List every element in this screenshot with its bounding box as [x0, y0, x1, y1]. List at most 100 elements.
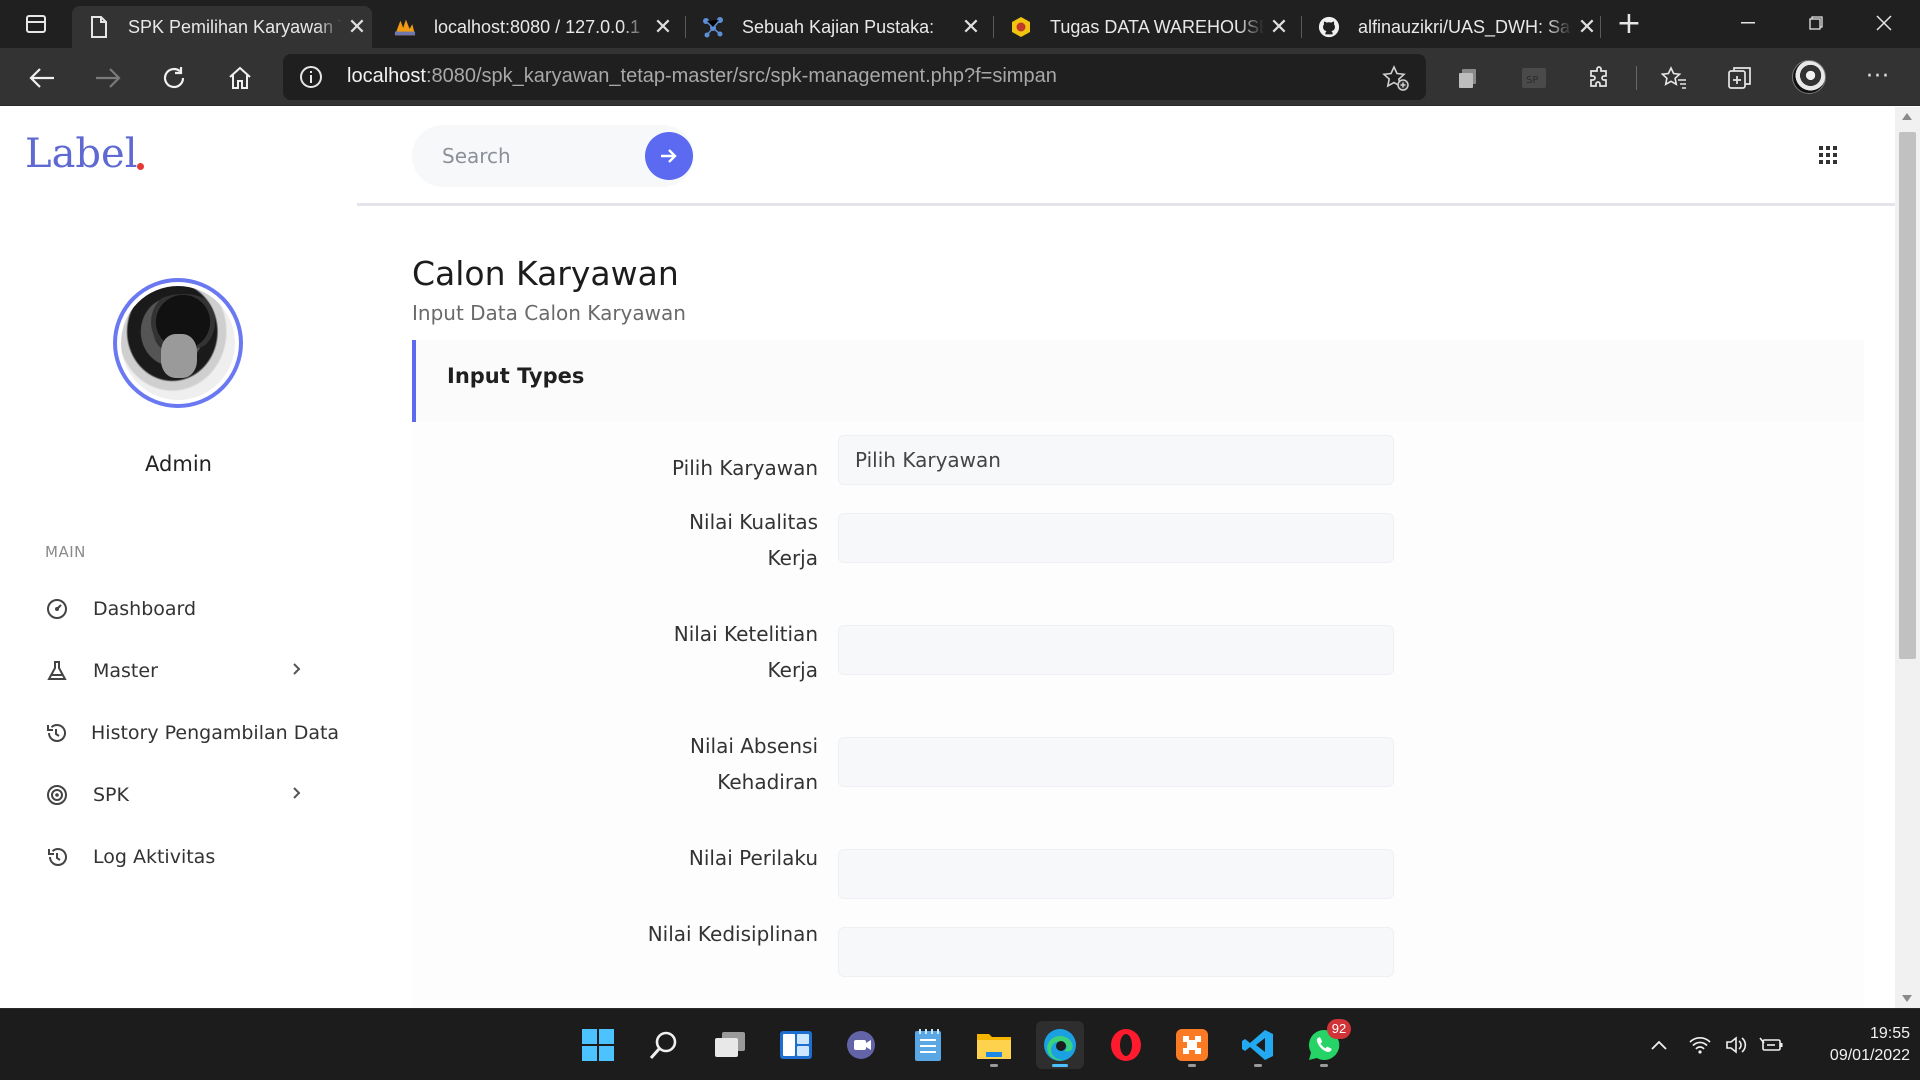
page-subtitle: Input Data Calon Karyawan: [412, 301, 686, 325]
scroll-down-arrow[interactable]: [1902, 995, 1912, 1002]
windows-taskbar: 92 19:55 09/01/2022: [0, 1008, 1920, 1080]
input-nilai-perilaku[interactable]: [838, 849, 1394, 899]
chevron-right-icon: [291, 659, 311, 683]
sidebar-item-spk[interactable]: SPK: [45, 775, 335, 815]
home-button[interactable]: [220, 58, 260, 98]
edge-icon[interactable]: [1036, 1021, 1084, 1069]
flask-icon: [45, 659, 69, 683]
profile-avatar[interactable]: [1792, 60, 1826, 94]
label-line: Kerja: [767, 658, 818, 682]
top-navbar: [357, 107, 1895, 206]
input-nilai-absensi-kehadiran[interactable]: [838, 737, 1394, 787]
select-karyawan[interactable]: Pilih Karyawan: [838, 435, 1394, 485]
url-host: localhost: [347, 65, 426, 87]
scroll-up-arrow[interactable]: [1902, 113, 1912, 120]
add-favorite-icon[interactable]: [1382, 64, 1410, 92]
target-icon: [45, 783, 69, 807]
tab-tugas-data-warehouse[interactable]: Tugas DATA WAREHOUSE ✕: [994, 6, 1294, 48]
history-icon: [45, 721, 67, 745]
whatsapp-icon[interactable]: 92: [1300, 1019, 1351, 1069]
sidebar-item-history[interactable]: History Pengambilan Data: [45, 713, 339, 753]
brand-dot: [137, 163, 144, 170]
wifi-icon[interactable]: [1684, 1009, 1716, 1080]
widgets-icon[interactable]: [772, 1021, 820, 1069]
search-input[interactable]: [442, 139, 622, 173]
close-window-button[interactable]: [1856, 0, 1912, 46]
input-nilai-kedisiplinan[interactable]: [838, 927, 1394, 977]
url-path: :8080/spk_karyawan_tetap-master/src/spk-…: [425, 65, 1057, 87]
sidebar: Label Admin MAIN Dashboard Master Histor…: [0, 107, 357, 1008]
task-view-icon[interactable]: [706, 1021, 754, 1069]
card-header: Input Types: [412, 340, 1864, 422]
extension-sp-icon[interactable]: SP: [1518, 62, 1550, 94]
page-scrollbar[interactable]: [1895, 107, 1920, 1008]
opera-icon[interactable]: [1102, 1021, 1150, 1069]
favorites-icon[interactable]: [1658, 62, 1690, 94]
tab-phpmyadmin[interactable]: localhost:8080 / 127.0.0.1 ✕: [378, 6, 678, 48]
label-nilai-ketelitian-kerja: Nilai Ketelitian Kerja: [518, 616, 818, 688]
more-options-icon[interactable]: ···: [1862, 62, 1894, 94]
close-icon[interactable]: ✕: [1264, 14, 1294, 40]
tab-title: alfinauzikri/UAS_DWH: Sal: [1358, 16, 1572, 37]
search-box: [412, 125, 694, 187]
apps-grid-icon[interactable]: [1819, 146, 1837, 164]
close-icon[interactable]: ✕: [956, 14, 986, 40]
minimize-button[interactable]: [1720, 0, 1776, 46]
section-label-main: MAIN: [45, 543, 86, 561]
active-indicator: [1052, 1064, 1068, 1067]
restore-button[interactable]: [1788, 0, 1844, 46]
sidebar-item-dashboard[interactable]: Dashboard: [45, 589, 335, 629]
back-button[interactable]: [22, 58, 62, 98]
search-submit-button[interactable]: [645, 132, 693, 180]
svg-text:SP: SP: [1526, 75, 1538, 86]
system-clock[interactable]: 19:55 09/01/2022: [1800, 1023, 1910, 1067]
label-line: Nilai Absensi: [690, 734, 818, 758]
web-page: Label Admin MAIN Dashboard Master Histor…: [0, 107, 1920, 1008]
info-icon[interactable]: [299, 65, 323, 89]
chevron-right-icon: [291, 783, 311, 807]
file-explorer-icon[interactable]: [970, 1021, 1018, 1069]
search-icon[interactable]: [640, 1021, 688, 1069]
input-nilai-kualitas-kerja[interactable]: [838, 513, 1394, 563]
battery-charging-icon[interactable]: [1756, 1009, 1788, 1080]
sidebar-item-label: Master: [93, 660, 158, 682]
sidebar-item-log-aktivitas[interactable]: Log Aktivitas: [45, 837, 335, 877]
reload-button[interactable]: [154, 58, 194, 98]
brand-logo[interactable]: Label: [25, 131, 137, 177]
browser-toolbar: localhost:8080/spk_karyawan_tetap-master…: [0, 48, 1920, 106]
windows-start-icon[interactable]: [574, 1021, 622, 1069]
new-tab-button[interactable]: +: [1612, 8, 1646, 42]
close-icon[interactable]: ✕: [1572, 14, 1602, 40]
user-name: Admin: [145, 452, 212, 476]
collections-icon[interactable]: [1724, 62, 1756, 94]
browser-tab-bar: SPK Pemilihan Karyawan Tetap ✕ localhost…: [0, 0, 1920, 48]
volume-icon[interactable]: [1720, 1009, 1752, 1080]
url-text[interactable]: localhost:8080/spk_karyawan_tetap-master…: [347, 65, 1057, 88]
label-line: Kerja: [767, 546, 818, 570]
teams-chat-icon[interactable]: [838, 1021, 886, 1069]
history-icon: [45, 845, 69, 869]
address-bar[interactable]: localhost:8080/spk_karyawan_tetap-master…: [283, 54, 1426, 100]
sidebar-item-label: Dashboard: [93, 598, 197, 620]
close-icon[interactable]: ✕: [342, 14, 372, 40]
extensions-puzzle-icon[interactable]: [1584, 62, 1616, 94]
scroll-thumb[interactable]: [1899, 132, 1916, 659]
close-icon[interactable]: ✕: [648, 14, 678, 40]
xampp-icon[interactable]: [1168, 1021, 1216, 1069]
tab-spk-pemilihan[interactable]: SPK Pemilihan Karyawan Tetap ✕: [72, 6, 372, 48]
page-title: Calon Karyawan: [412, 254, 679, 293]
extension-copy-icon[interactable]: [1452, 62, 1484, 94]
tab-actions-menu-icon[interactable]: [18, 10, 54, 38]
chevron-up-icon[interactable]: [1644, 1009, 1674, 1080]
vscode-icon[interactable]: [1234, 1021, 1282, 1069]
forward-button[interactable]: [88, 58, 128, 98]
sidebar-item-master[interactable]: Master: [45, 651, 335, 691]
page-icon: [88, 16, 110, 38]
tab-github-uas-dwh[interactable]: alfinauzikri/UAS_DWH: Sal ✕: [1302, 6, 1602, 48]
notepad-icon[interactable]: [904, 1021, 952, 1069]
input-nilai-ketelitian-kerja[interactable]: [838, 625, 1394, 675]
running-indicator: [1188, 1064, 1196, 1067]
running-indicator: [1320, 1064, 1328, 1067]
tab-kajian-pustaka[interactable]: Sebuah Kajian Pustaka: ✕: [686, 6, 986, 48]
label-line: Nilai Ketelitian: [673, 622, 818, 646]
